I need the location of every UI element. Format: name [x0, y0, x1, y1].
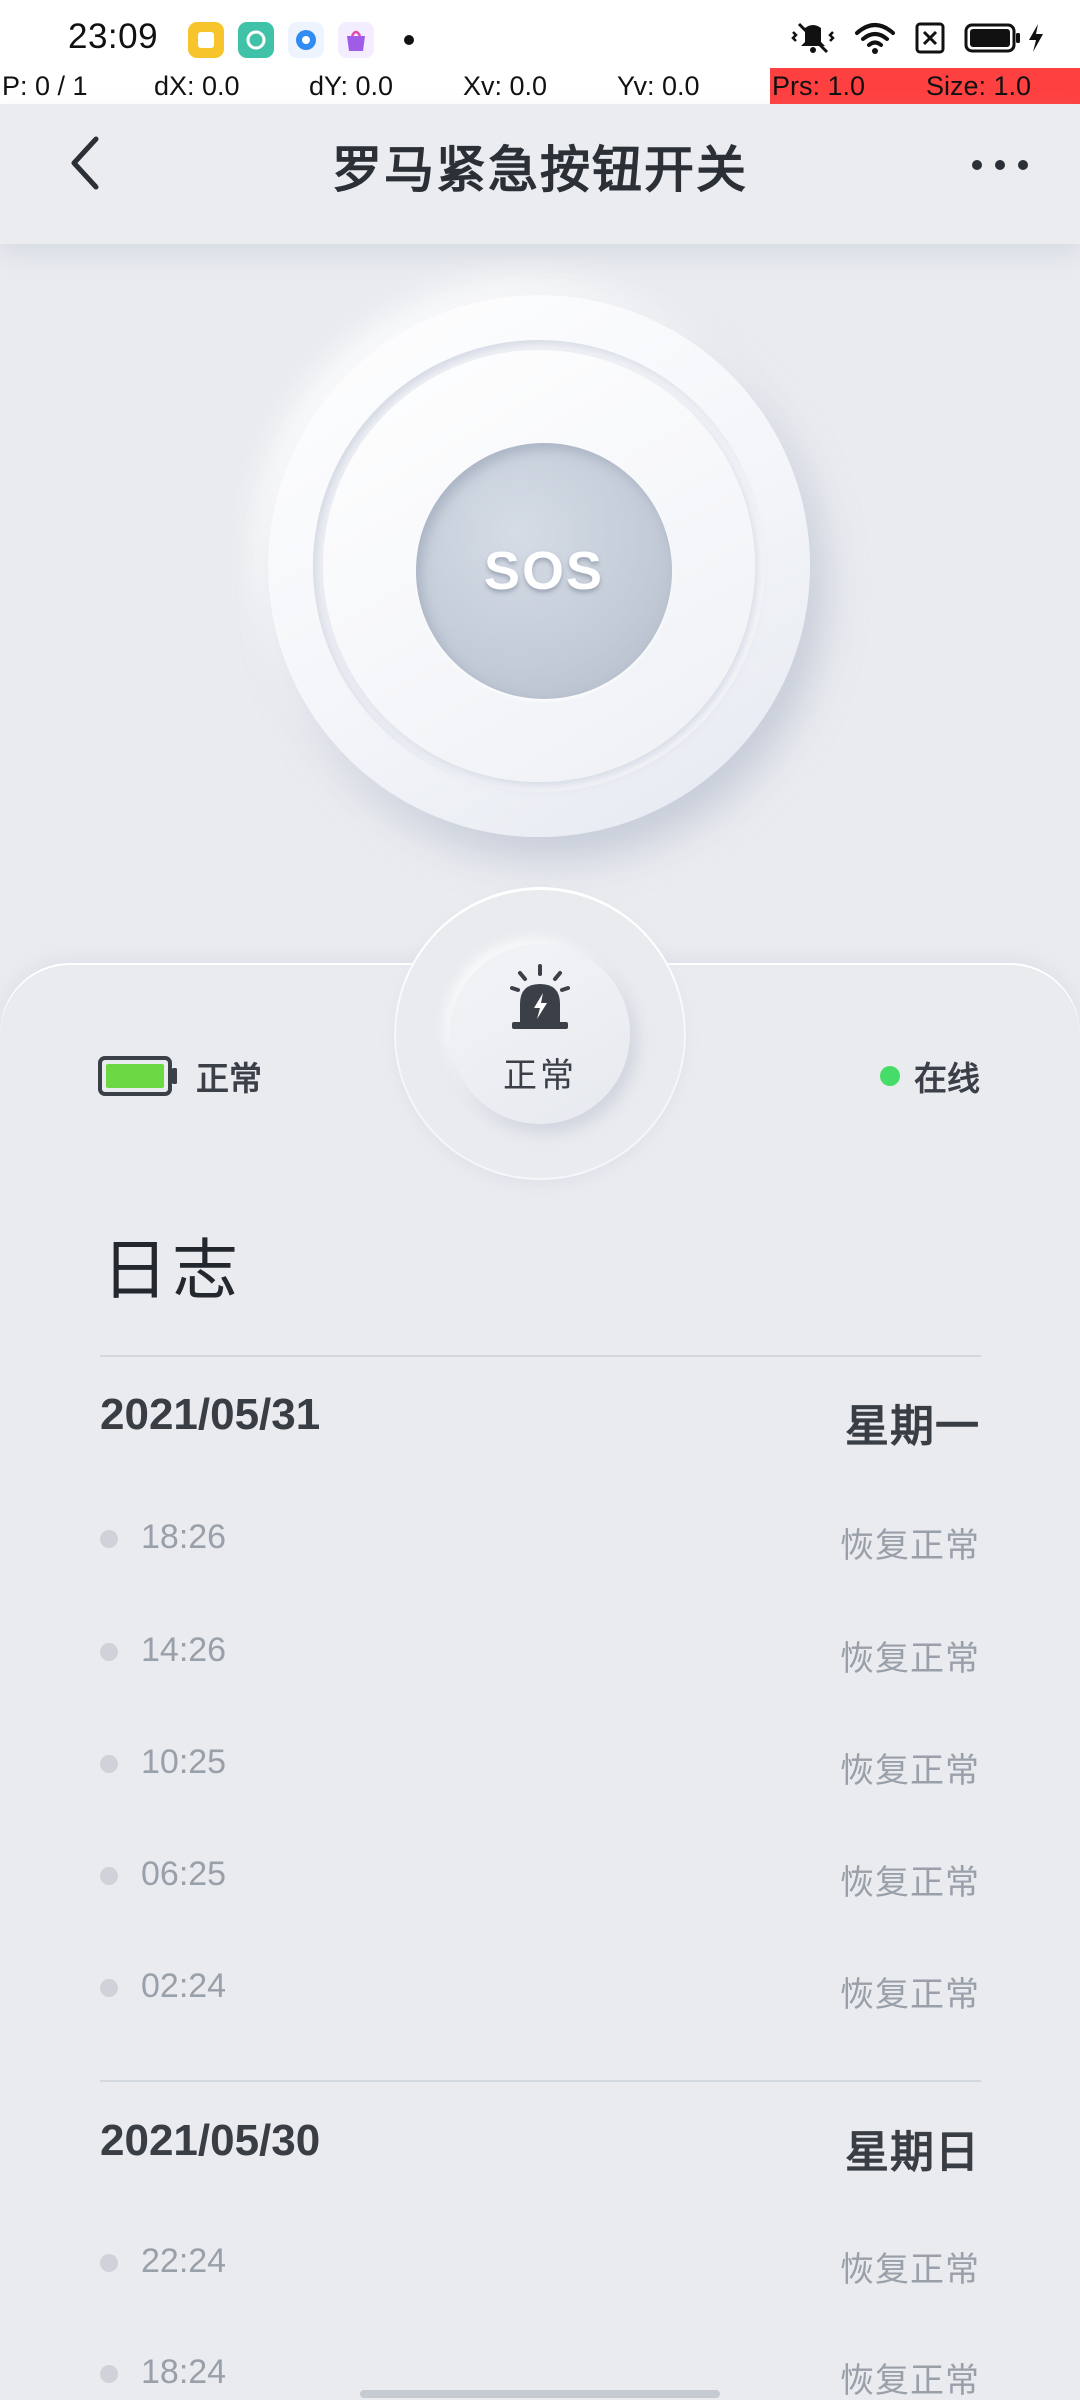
log-entry-dot — [100, 1979, 118, 1997]
log-entry-status: 恢复正常 — [840, 2362, 980, 2400]
log-entry-dot — [100, 1643, 118, 1661]
log-entry[interactable]: 22:24 恢复正常 — [100, 2238, 980, 2289]
battery-status: 正常 — [98, 1052, 262, 1100]
log-entry-status: 恢复正常 — [840, 1976, 980, 2014]
log-divider — [100, 2080, 981, 2082]
alarm-light-icon — [510, 964, 570, 1029]
debug-pointer: P: 0 / 1 — [2, 71, 88, 101]
log-entry-time: 18:24 — [141, 2353, 227, 2391]
log-entry-time: 06:25 — [141, 1855, 227, 1893]
log-entry-status: 恢复正常 — [840, 1527, 980, 1565]
status-bar: 23:09 — [0, 0, 1080, 68]
alarm-status-badge: 正常 — [396, 890, 684, 1178]
debug-xv: Xv: 0.0 — [463, 71, 548, 101]
log-entry[interactable]: 14:26 恢复正常 — [100, 1627, 980, 1678]
wifi-icon — [854, 21, 896, 60]
log-entry[interactable]: 10:25 恢复正常 — [100, 1739, 980, 1790]
log-entry-time: 10:25 — [141, 1743, 227, 1781]
shopping-app-icon — [338, 22, 374, 58]
app-screen: 23:09 P: 0 / 1 dX: 0.0 dY: 0.0 Xv: 0.0 Y… — [0, 0, 1080, 2400]
sim-off-icon — [914, 21, 946, 60]
log-date: 2021/05/31 — [100, 1390, 321, 1439]
battery-level-icon — [98, 1056, 177, 1096]
status-time: 23:09 — [68, 17, 159, 56]
alarm-status-label: 正常 — [503, 1057, 577, 1095]
title-bar: 罗马紧急按钮开关 — [0, 104, 1080, 244]
sos-button-ring: SOS — [323, 350, 755, 782]
system-icons — [790, 20, 1046, 61]
log-entry-time: 18:26 — [141, 1518, 227, 1556]
device-info-card — [0, 965, 1080, 2400]
debug-dx: dX: 0.0 — [154, 71, 240, 101]
log-entry-dot — [100, 2254, 118, 2272]
notes-app-icon — [188, 22, 224, 58]
sos-label: SOS — [483, 541, 605, 601]
log-entry-time: 22:24 — [141, 2242, 227, 2280]
log-weekday: 星期一 — [845, 1402, 980, 1451]
connection-status: 在线 — [880, 1052, 980, 1100]
log-entry-time: 14:26 — [141, 1631, 227, 1669]
log-entry-status: 恢复正常 — [840, 2251, 980, 2289]
mute-vibrate-icon — [790, 20, 836, 61]
sos-button-housing: SOS — [268, 295, 810, 837]
alarm-status-button[interactable]: 正常 — [450, 944, 630, 1124]
debug-pressure: Prs: 1.0 — [770, 68, 924, 104]
log-divider — [100, 1355, 981, 1357]
notification-icons — [188, 22, 414, 58]
debug-size: Size: 1.0 — [924, 68, 1080, 104]
debug-yv: Yv: 0.0 — [617, 71, 700, 101]
sos-button-bezel: SOS — [313, 340, 765, 792]
more-options-button[interactable] — [960, 140, 1040, 190]
log-entry-status: 恢复正常 — [840, 1864, 980, 1902]
more-notifications-dot — [404, 35, 414, 45]
log-entry-time: 02:24 — [141, 1967, 227, 2005]
battery-status-label: 正常 — [196, 1060, 262, 1097]
more-horizontal-icon — [972, 160, 1028, 170]
browser-app-icon — [288, 22, 324, 58]
log-date: 2021/05/30 — [100, 2116, 321, 2165]
log-section-title: 日志 — [102, 1233, 242, 1307]
home-indicator[interactable] — [360, 2390, 720, 2398]
log-entry-dot — [100, 1530, 118, 1548]
camera-app-icon — [238, 22, 274, 58]
log-entry-status: 恢复正常 — [840, 1640, 980, 1678]
pointer-debug-bar: P: 0 / 1 dX: 0.0 dY: 0.0 Xv: 0.0 Yv: 0.0… — [0, 68, 1080, 104]
log-entry[interactable]: 02:24 恢复正常 — [100, 1963, 980, 2014]
log-day-header: 2021/05/30 星期日 — [100, 2116, 980, 2177]
page-title: 罗马紧急按钮开关 — [332, 142, 748, 198]
log-weekday: 星期日 — [845, 2128, 980, 2177]
log-day-header: 2021/05/31 星期一 — [100, 1390, 980, 1451]
sos-button[interactable]: SOS — [416, 443, 672, 699]
log-entry-dot — [100, 1867, 118, 1885]
battery-icon — [964, 22, 1022, 59]
log-entry[interactable]: 06:25 恢复正常 — [100, 1851, 980, 1902]
debug-dy: dY: 0.0 — [309, 71, 394, 101]
log-entry-dot — [100, 1755, 118, 1773]
online-indicator-dot — [880, 1066, 900, 1086]
connection-status-label: 在线 — [914, 1060, 980, 1097]
log-entry-status: 恢复正常 — [840, 1752, 980, 1790]
charging-icon — [1026, 22, 1046, 59]
log-entry-dot — [100, 2365, 118, 2383]
log-entry[interactable]: 18:26 恢复正常 — [100, 1514, 980, 1565]
